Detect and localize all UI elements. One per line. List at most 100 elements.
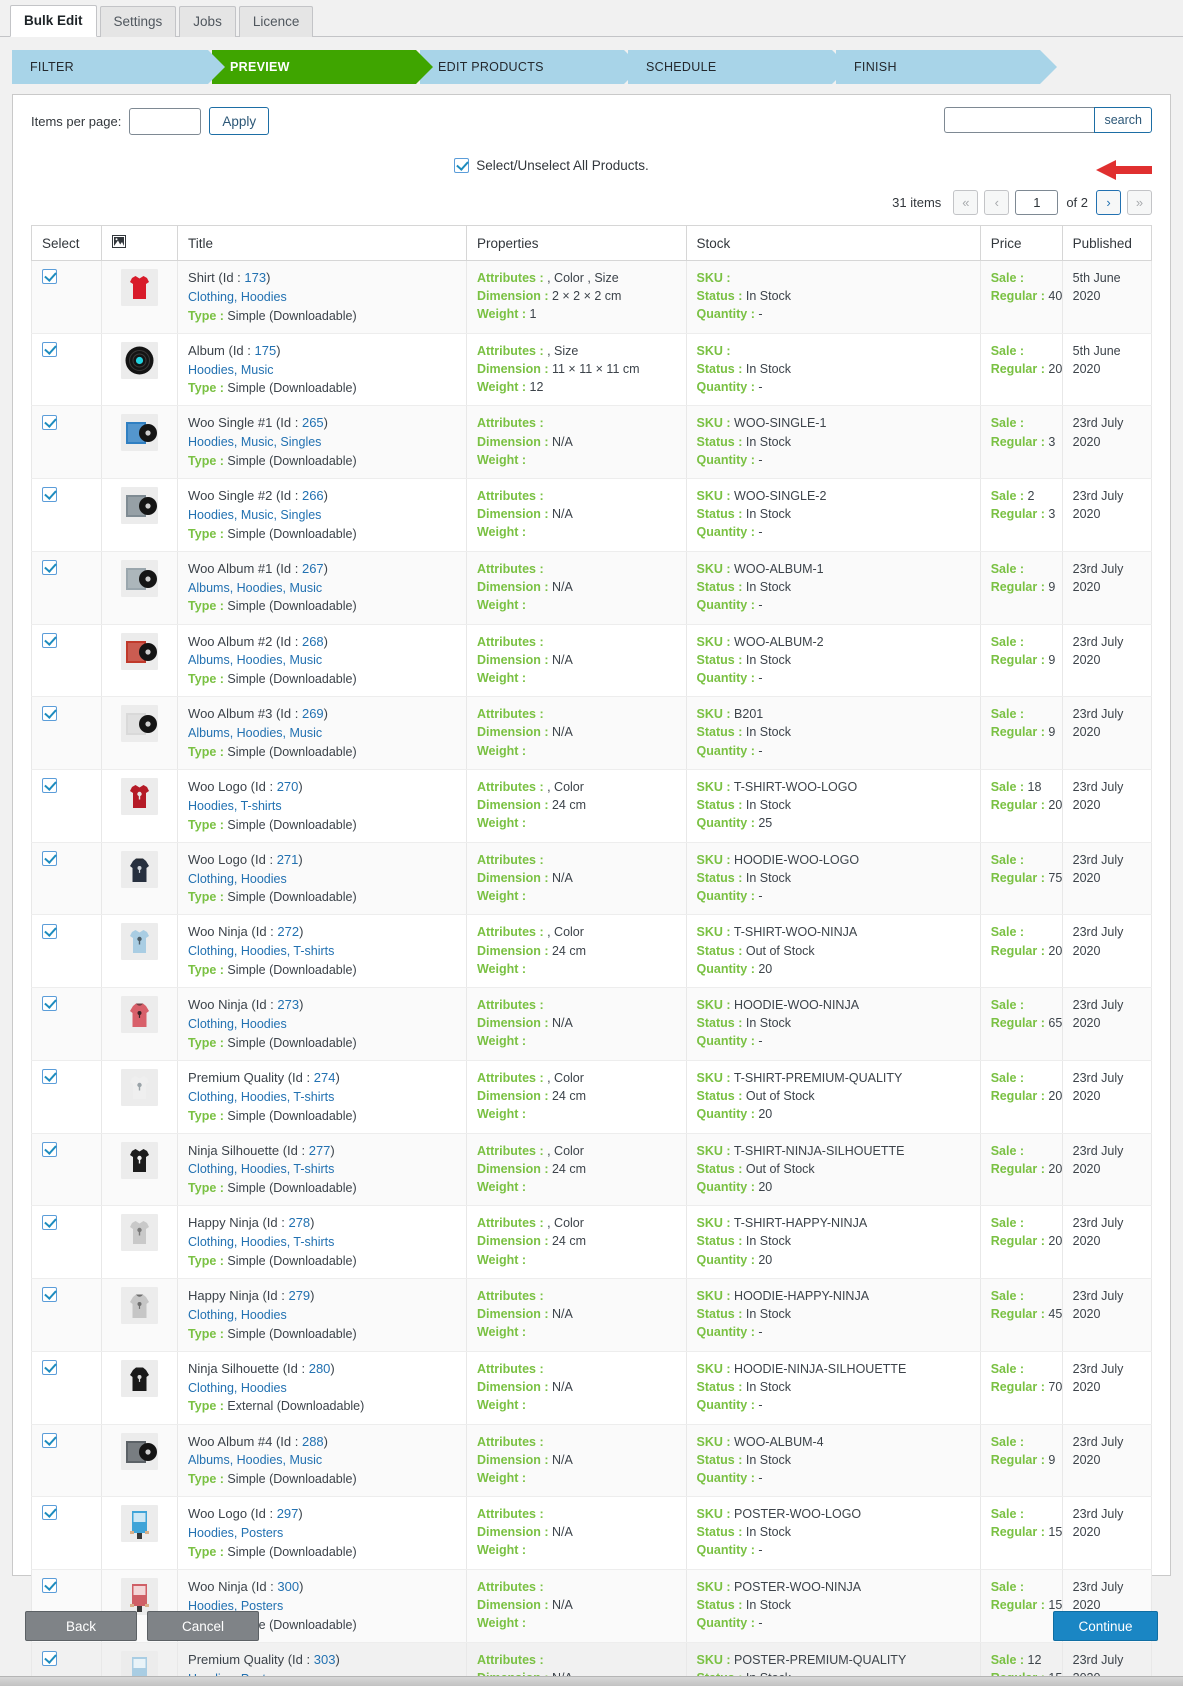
product-title[interactable]: Shirt (Id : 173) xyxy=(188,269,456,288)
product-categories[interactable]: Clothing, Hoodies, T-shirts xyxy=(188,1160,456,1179)
row-price-cell: Sale : 2 Regular : 3 xyxy=(979,478,1063,552)
product-title[interactable]: Woo Logo (Id : 270) xyxy=(188,778,456,797)
product-categories[interactable]: Hoodies, Music xyxy=(188,361,456,380)
table-row: Happy Ninja (Id : 279) Clothing, Hoodies T… xyxy=(30,1278,1153,1352)
product-title[interactable]: Premium Quality (Id : 303) xyxy=(188,1651,456,1670)
tab-bulk-edit[interactable]: Bulk Edit xyxy=(10,4,97,37)
row-select-checkbox[interactable] xyxy=(42,414,57,430)
product-title[interactable]: Ninja Silhouette (Id : 277) xyxy=(188,1142,456,1161)
product-sku: SKU : POSTER-WOO-NINJA xyxy=(696,1579,862,1594)
row-properties-cell: Attributes : , Size Dimension : 11 × 11 ×… xyxy=(465,332,687,407)
product-categories[interactable]: Albums, Hoodies, Music xyxy=(188,724,456,743)
row-select-checkbox[interactable] xyxy=(42,996,57,1012)
row-properties-cell: Attributes : , Color Dimension : 24 cm Wei… xyxy=(465,1132,687,1207)
product-categories[interactable]: Hoodies, Music, Singles xyxy=(188,433,456,452)
apply-button[interactable]: Apply xyxy=(209,107,270,135)
row-title-cell: Ninja Silhouette (Id : 280) Clothing, Hoo… xyxy=(177,1350,467,1425)
items-per-page-input[interactable] xyxy=(129,107,202,135)
tab-settings[interactable]: Settings xyxy=(99,5,177,37)
product-title[interactable]: Woo Ninja (Id : 272) xyxy=(188,923,456,942)
row-stock-cell: SKU : T-SHIRT-WOO-NINJA Status : Out of S… xyxy=(685,914,981,989)
pagination-next-button-top[interactable]: › xyxy=(1096,189,1121,215)
row-select-checkbox[interactable] xyxy=(42,1432,57,1448)
product-title[interactable]: Woo Album #2 (Id : 268) xyxy=(188,633,456,652)
product-categories[interactable]: Clothing, Hoodies xyxy=(188,1015,456,1034)
product-title[interactable]: Woo Album #4 (Id : 288) xyxy=(188,1433,456,1452)
product-title[interactable]: Woo Logo (Id : 297) xyxy=(188,1505,456,1524)
row-select-checkbox[interactable] xyxy=(42,1069,57,1085)
row-select-checkbox[interactable] xyxy=(42,850,57,866)
row-select-checkbox[interactable] xyxy=(42,1505,57,1521)
wizard-step-finish[interactable]: FINISH xyxy=(836,50,1057,84)
select-all-checkbox[interactable] xyxy=(454,157,470,173)
product-categories[interactable]: Hoodies, T-shirts xyxy=(188,797,456,816)
search-button[interactable]: search xyxy=(1094,107,1152,133)
row-select-checkbox[interactable] xyxy=(42,560,57,576)
product-categories[interactable]: Albums, Hoodies, Music xyxy=(188,651,456,670)
continue-button[interactable]: Continue xyxy=(1053,1611,1158,1641)
row-select-checkbox[interactable] xyxy=(42,341,57,357)
product-status: Status : Out of Stock xyxy=(696,1089,815,1104)
pagination-last-button-top[interactable]: » xyxy=(1127,189,1152,215)
product-categories[interactable]: Albums, Hoodies, Music xyxy=(188,579,456,598)
product-categories[interactable]: Clothing, Hoodies, T-shirts xyxy=(188,1088,456,1107)
row-select-checkbox[interactable] xyxy=(42,1578,57,1594)
cancel-button[interactable]: Cancel xyxy=(147,1611,259,1641)
row-select-checkbox[interactable] xyxy=(42,778,57,794)
row-select-checkbox[interactable] xyxy=(42,1359,57,1375)
tab-licence[interactable]: Licence xyxy=(238,5,314,37)
search-input[interactable] xyxy=(944,107,1095,133)
pagination-page-input-top[interactable] xyxy=(1015,189,1059,215)
row-select-checkbox[interactable] xyxy=(42,1214,57,1230)
product-categories[interactable]: Clothing, Hoodies xyxy=(188,288,456,307)
pagination-first-button-top[interactable]: « xyxy=(953,189,979,215)
product-categories[interactable]: Albums, Hoodies, Music xyxy=(188,1451,456,1470)
tab-label: Settings xyxy=(113,13,163,29)
product-thumbnail-icon xyxy=(121,1287,159,1325)
row-select-checkbox[interactable] xyxy=(42,269,57,285)
row-select-checkbox[interactable] xyxy=(42,1141,57,1157)
product-title[interactable]: Woo Single #1 (Id : 265) xyxy=(188,414,456,433)
product-quantity: Quantity : 20 xyxy=(696,961,773,976)
product-thumbnail-icon xyxy=(121,778,159,816)
product-title[interactable]: Woo Single #2 (Id : 266) xyxy=(188,487,456,506)
row-select-checkbox[interactable] xyxy=(42,1287,57,1303)
product-title[interactable]: Ninja Silhouette (Id : 280) xyxy=(188,1360,456,1379)
product-categories[interactable]: Hoodies, Music, Singles xyxy=(188,506,456,525)
top-tabbar: Bulk Edit Settings Jobs Licence xyxy=(0,0,1183,37)
product-title[interactable]: Album (Id : 175) xyxy=(188,342,456,361)
row-select-checkbox[interactable] xyxy=(42,923,57,939)
pagination-prev-button-top[interactable]: ‹ xyxy=(984,189,1010,215)
wizard-step-schedule[interactable]: SCHEDULE xyxy=(628,50,849,84)
product-title[interactable]: Woo Album #3 (Id : 269) xyxy=(188,705,456,724)
row-stock-cell: SKU : HOODIE-WOO-LOGO Status : In Stock Qu… xyxy=(685,841,981,916)
product-sale-price: Sale : xyxy=(990,1579,1025,1594)
back-button[interactable]: Back xyxy=(25,1611,137,1641)
product-title[interactable]: Happy Ninja (Id : 278) xyxy=(188,1214,456,1233)
product-categories[interactable]: Clothing, Hoodies, T-shirts xyxy=(188,1233,456,1252)
wizard-step-edit-products[interactable]: EDIT PRODUCTS xyxy=(420,50,641,84)
product-title[interactable]: Happy Ninja (Id : 279) xyxy=(188,1287,456,1306)
product-regular-price: Regular : 20 xyxy=(990,361,1063,376)
product-title[interactable]: Woo Logo (Id : 271) xyxy=(188,851,456,870)
product-sale-price: Sale : 2 xyxy=(990,489,1035,504)
product-categories[interactable]: Clothing, Hoodies xyxy=(188,1379,456,1398)
product-title[interactable]: Premium Quality (Id : 274) xyxy=(188,1069,456,1088)
row-select-checkbox[interactable] xyxy=(42,632,57,648)
product-dimension: Dimension : 11 × 11 × 11 cm xyxy=(476,361,640,376)
product-attributes: Attributes : xyxy=(476,1652,544,1667)
product-categories[interactable]: Hoodies, Posters xyxy=(188,1524,456,1543)
tab-jobs[interactable]: Jobs xyxy=(179,5,236,37)
product-categories[interactable]: Clothing, Hoodies, T-shirts xyxy=(188,942,456,961)
wizard-step-filter[interactable]: FILTER xyxy=(12,50,225,84)
row-select-checkbox[interactable] xyxy=(42,1650,57,1666)
product-title[interactable]: Woo Album #1 (Id : 267) xyxy=(188,560,456,579)
row-select-checkbox[interactable] xyxy=(42,705,57,721)
product-title[interactable]: Woo Ninja (Id : 273) xyxy=(188,996,456,1015)
wizard-step-preview[interactable]: PREVIEW xyxy=(212,50,433,84)
row-select-checkbox[interactable] xyxy=(42,487,57,503)
product-categories[interactable]: Clothing, Hoodies xyxy=(188,870,456,889)
product-title[interactable]: Woo Ninja (Id : 300) xyxy=(188,1578,456,1597)
product-weight: Weight : 12 xyxy=(476,379,544,394)
product-categories[interactable]: Clothing, Hoodies xyxy=(188,1306,456,1325)
